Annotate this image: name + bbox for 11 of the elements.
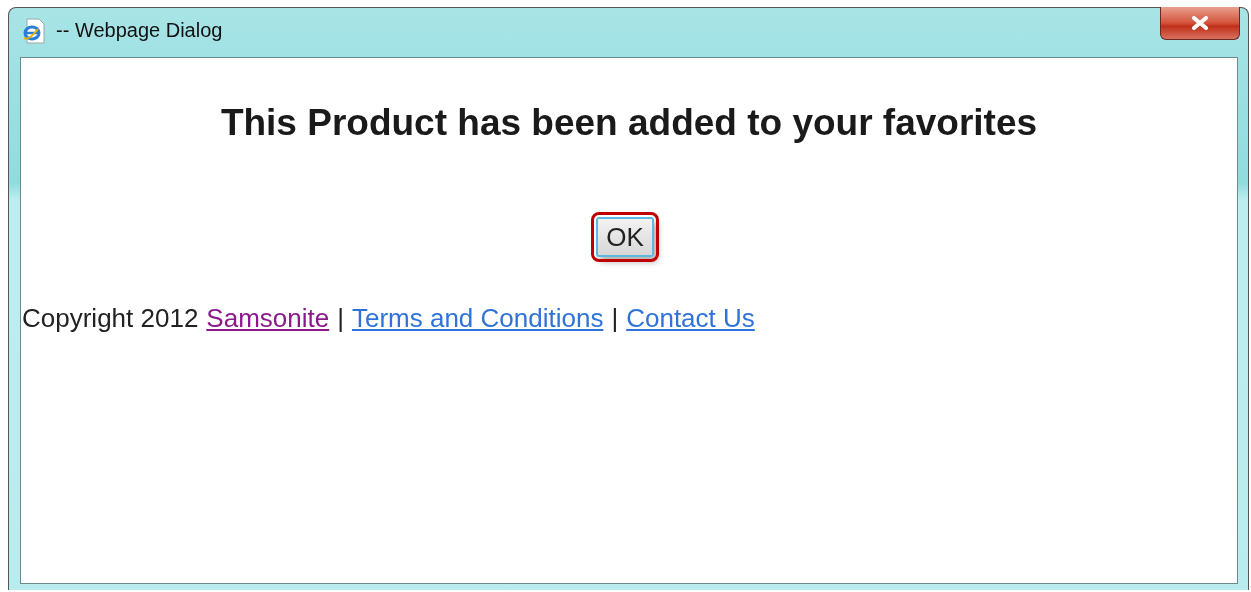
browser-page-icon [22,17,46,44]
footer-link[interactable]: Terms and Conditions [351,303,604,334]
window-title: -- Webpage Dialog [56,19,223,42]
footer-link[interactable]: Contact Us [626,303,755,334]
footer-link[interactable]: Samsonite [206,303,330,334]
close-button[interactable] [1160,7,1240,40]
footer-text: | [337,303,344,334]
footer-text: | [611,303,619,334]
message-heading: This Product has been added to your favorites [219,102,1039,144]
close-icon [1190,16,1210,30]
footer-text: Copyright 2012 [22,303,199,334]
